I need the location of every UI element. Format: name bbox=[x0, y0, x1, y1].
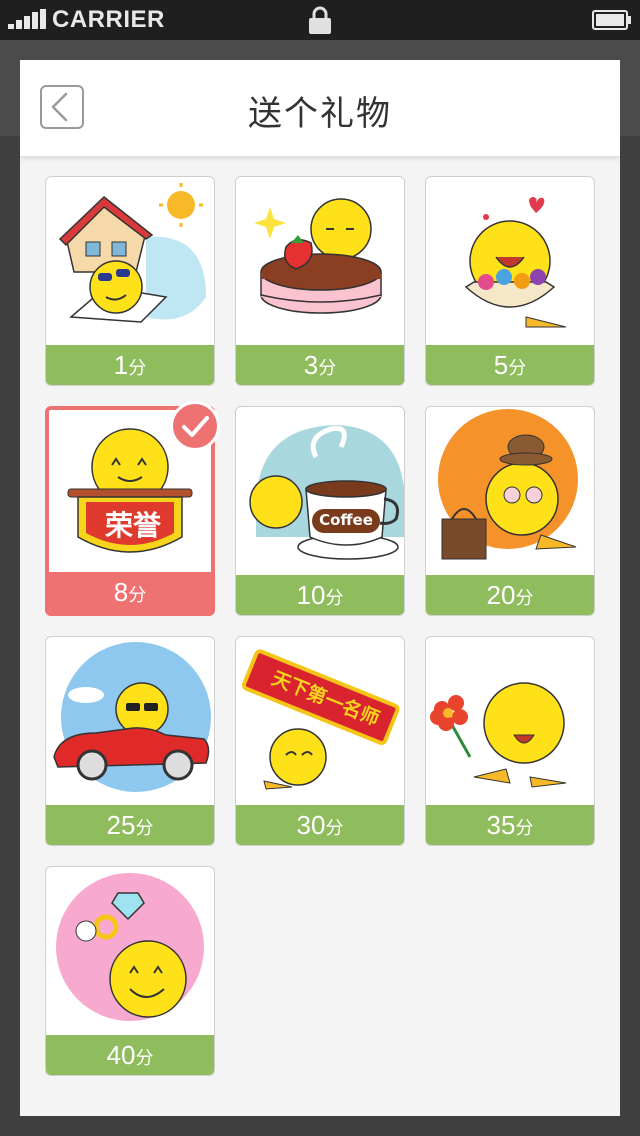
selected-check-icon bbox=[170, 401, 220, 451]
flower-basket-image bbox=[464, 197, 567, 328]
dialog-header: 送个礼物 bbox=[20, 60, 620, 156]
gift-card-beach[interactable]: 1分 bbox=[45, 176, 215, 386]
price-unit: 分 bbox=[515, 588, 534, 608]
lock-icon bbox=[309, 6, 331, 34]
gift-price: 25分 bbox=[46, 805, 214, 845]
price-unit: 分 bbox=[325, 818, 344, 838]
price-value: 35 bbox=[486, 810, 516, 840]
designer-bag-image bbox=[438, 409, 578, 560]
red-convertible-image bbox=[53, 642, 211, 792]
gift-card-ring[interactable]: 40分 bbox=[45, 866, 215, 1076]
price-value: 5 bbox=[493, 350, 509, 380]
price-value: 8 bbox=[113, 577, 129, 607]
price-value: 20 bbox=[486, 580, 516, 610]
gift-price: 35分 bbox=[426, 805, 594, 845]
gift-card-bag[interactable]: 20分 bbox=[425, 406, 595, 616]
price-value: 40 bbox=[106, 1040, 136, 1070]
beach-vacation-image bbox=[58, 183, 206, 323]
gift-price: 3分 bbox=[236, 345, 404, 385]
status-bar: CARRIER bbox=[0, 0, 640, 40]
gift-price: 8分 bbox=[49, 572, 211, 612]
gift-price: 20分 bbox=[426, 575, 594, 615]
gift-card-coffee[interactable]: Coffee 10分 bbox=[235, 406, 405, 616]
gift-price: 5分 bbox=[426, 345, 594, 385]
gift-dialog: 送个礼物 1分 3分 5分 荣誉 8分 Coffee 10分 20分 25分 天… bbox=[20, 60, 620, 1116]
price-unit: 分 bbox=[128, 358, 147, 378]
price-value: 25 bbox=[106, 810, 136, 840]
gift-card-flower-basket[interactable]: 5分 bbox=[425, 176, 595, 386]
price-value: 3 bbox=[303, 350, 319, 380]
price-unit: 分 bbox=[128, 585, 147, 605]
page-title: 送个礼物 bbox=[248, 94, 392, 134]
price-unit: 分 bbox=[135, 1048, 154, 1068]
gift-card-flower[interactable]: 35分 bbox=[425, 636, 595, 846]
gift-grid: 1分 3分 5分 荣誉 8分 Coffee 10分 20分 25分 天下第一名师… bbox=[45, 176, 595, 1076]
price-unit: 分 bbox=[515, 818, 534, 838]
banner-text: 荣誉 bbox=[104, 509, 161, 542]
price-value: 1 bbox=[113, 350, 129, 380]
price-value: 30 bbox=[296, 810, 326, 840]
price-unit: 分 bbox=[318, 358, 337, 378]
gift-price: 10分 bbox=[236, 575, 404, 615]
gift-price: 40分 bbox=[46, 1035, 214, 1075]
coffee-cup-image bbox=[249, 425, 404, 560]
price-unit: 分 bbox=[508, 358, 527, 378]
gift-card-car[interactable]: 25分 bbox=[45, 636, 215, 846]
battery-icon bbox=[592, 10, 631, 30]
cup-text: Coffee bbox=[319, 511, 373, 529]
signal-bars-icon bbox=[8, 9, 48, 29]
price-value: 10 bbox=[296, 580, 326, 610]
price-unit: 分 bbox=[325, 588, 344, 608]
gift-price: 30分 bbox=[236, 805, 404, 845]
gift-card-cake[interactable]: 3分 bbox=[235, 176, 405, 386]
price-unit: 分 bbox=[135, 818, 154, 838]
carrier-label: CARRIER bbox=[52, 6, 165, 33]
gift-card-sign[interactable]: 天下第一名师 30分 bbox=[235, 636, 405, 846]
strawberry-cake-image bbox=[254, 198, 382, 314]
flower-gift-image bbox=[430, 682, 567, 788]
gift-price: 1分 bbox=[46, 345, 214, 385]
diamond-ring-image bbox=[56, 873, 204, 1021]
